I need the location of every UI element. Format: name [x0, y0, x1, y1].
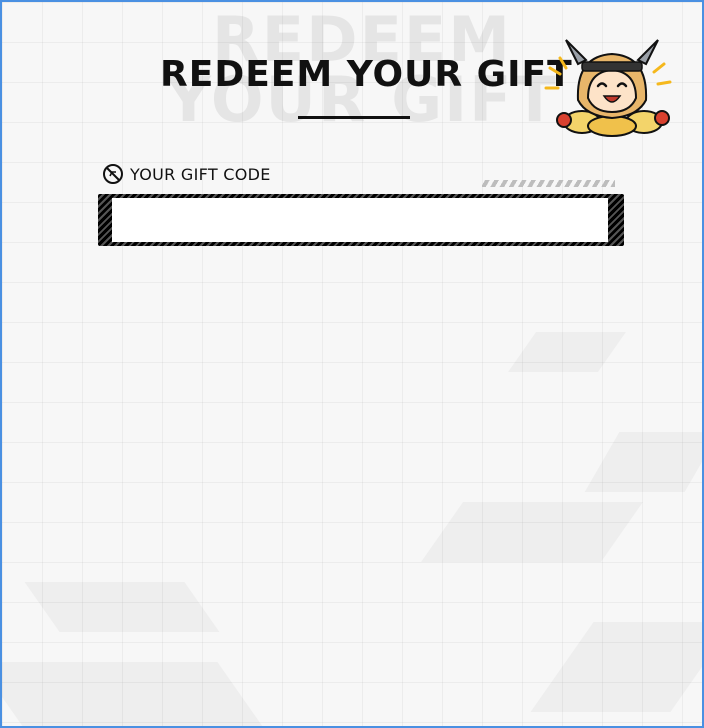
title-underline	[298, 116, 410, 119]
redeem-panel: REDEEM YOUR GIFT REDEEM YOUR GIFT YOUR G…	[0, 0, 704, 728]
background-shape	[585, 432, 702, 492]
gift-code-label-text: YOUR GIFT CODE	[130, 164, 271, 184]
background-shape	[421, 502, 643, 562]
gift-code-input-frame	[98, 194, 624, 246]
page-title: REDEEM YOUR GIFT	[160, 54, 573, 95]
background-shape	[530, 622, 702, 712]
background-shape	[508, 332, 626, 372]
gift-code-label: YOUR GIFT CODE	[102, 163, 271, 185]
no-symbol-icon	[103, 164, 123, 184]
decorative-stripe	[482, 180, 615, 187]
background-shape	[2, 662, 267, 726]
background-shape	[24, 582, 219, 632]
gift-code-input[interactable]	[112, 198, 608, 242]
mascot-image	[544, 39, 672, 137]
